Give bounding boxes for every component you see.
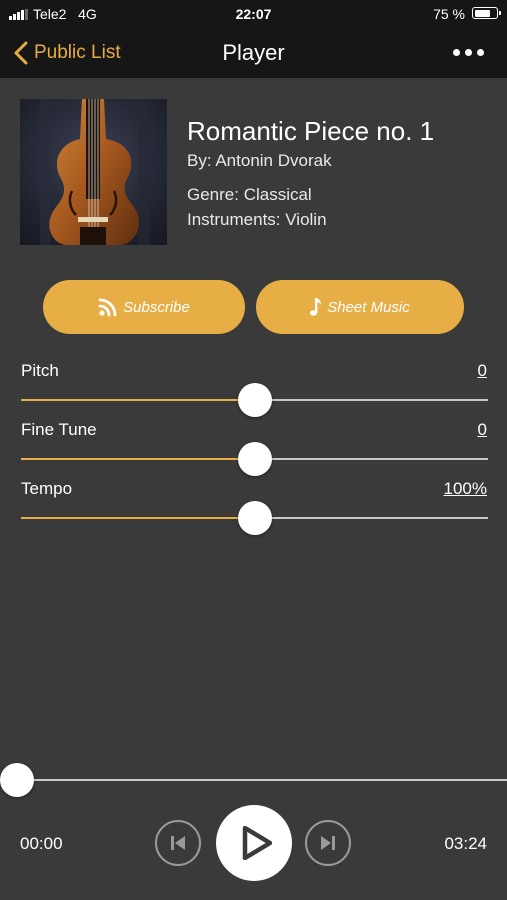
track-composer: By: Antonin Dvorak: [187, 151, 332, 170]
more-options-button[interactable]: [453, 47, 485, 59]
play-button[interactable]: [216, 805, 292, 881]
tempo-value[interactable]: 100%: [444, 479, 487, 499]
sheet-music-label: Sheet Music: [327, 298, 410, 316]
rss-icon: [98, 298, 117, 317]
fine-tune-slider[interactable]: [21, 442, 488, 476]
tempo-slider[interactable]: [21, 501, 488, 535]
page-title: Player: [222, 40, 285, 65]
previous-button[interactable]: [155, 820, 201, 866]
fine-tune-label: Fine Tune: [21, 420, 97, 439]
pitch-slider-thumb[interactable]: [237, 383, 272, 417]
battery-icon: [472, 7, 501, 19]
total-time: 03:24: [444, 834, 487, 853]
sheet-music-button[interactable]: Sheet Music: [256, 280, 464, 334]
play-icon: [242, 826, 272, 860]
skip-back-icon: [171, 836, 185, 850]
status-bar: Tele2 4G 22:07 75 %: [0, 0, 507, 28]
track-instruments: Instruments: Violin: [187, 210, 327, 229]
fine-tune-slider-thumb[interactable]: [237, 442, 272, 476]
tempo-label: Tempo: [21, 479, 73, 498]
album-cover: [20, 99, 167, 245]
playback-progress-thumb[interactable]: [0, 763, 34, 797]
status-time: 22:07: [235, 6, 272, 22]
subscribe-label: Subscribe: [123, 298, 190, 316]
music-note-icon: [310, 298, 322, 316]
fine-tune-value[interactable]: 0: [478, 420, 487, 440]
tempo-slider-thumb[interactable]: [237, 501, 272, 535]
track-title: Romantic Piece no. 1: [187, 116, 435, 146]
subscribe-button[interactable]: Subscribe: [43, 280, 245, 334]
violin-image: [20, 99, 167, 245]
pitch-slider[interactable]: [21, 383, 488, 417]
next-button[interactable]: [305, 820, 351, 866]
track-genre: Genre: Classical: [187, 185, 312, 204]
skip-forward-icon: [321, 836, 335, 850]
battery-percentage: 75 %: [433, 6, 465, 22]
playback-progress-bar[interactable]: [0, 763, 507, 797]
pitch-label: Pitch: [21, 361, 59, 380]
ellipsis-icon: [453, 49, 460, 56]
navigation-bar: Public List Player: [0, 28, 507, 78]
elapsed-time: 00:00: [20, 834, 63, 853]
pitch-value[interactable]: 0: [478, 361, 487, 381]
